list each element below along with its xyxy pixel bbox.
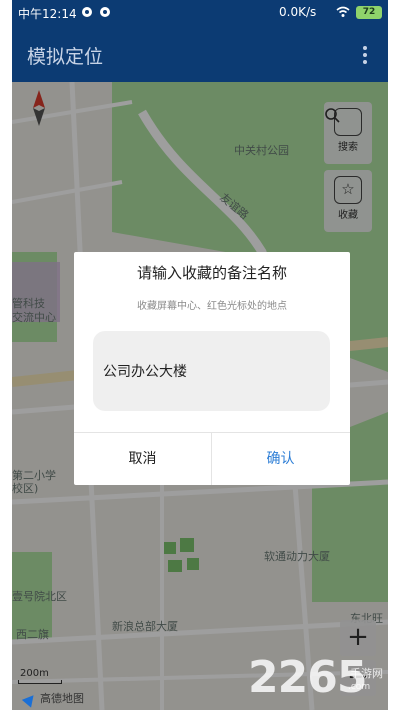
- battery-icon: 72: [356, 6, 382, 19]
- cancel-button[interactable]: 取消: [74, 433, 211, 485]
- app-title: 模拟定位: [27, 46, 104, 68]
- notification-icon: [82, 7, 92, 17]
- status-bar: 中午12:14 0.0K/s 72: [12, 0, 388, 26]
- watermark-logo: 2265: [248, 652, 367, 703]
- notification-icon: [100, 7, 110, 17]
- more-menu-icon[interactable]: [362, 44, 368, 64]
- watermark-site: 手游网: [350, 667, 383, 680]
- wifi-icon: [336, 6, 350, 21]
- map-scale-bar: [18, 680, 62, 684]
- network-speed: 0.0K/s: [279, 5, 317, 19]
- navigation-arrow-icon: [21, 690, 39, 708]
- map-provider-label: 高德地图: [40, 692, 84, 705]
- favorite-name-dialog: 请输入收藏的备注名称 收藏屏幕中心、红色光标处的地点 取消 确认: [74, 252, 350, 485]
- map-scale-label: 200m: [20, 668, 49, 679]
- dialog-title: 请输入收藏的备注名称: [136, 264, 287, 282]
- app-bar: 模拟定位: [12, 26, 388, 82]
- favorite-name-input[interactable]: [93, 331, 330, 411]
- phone-screen: 中午12:14 0.0K/s 72 模拟定位 中关村公园 友谊路 管科技 交流中…: [12, 0, 388, 710]
- confirm-button[interactable]: 确认: [212, 433, 349, 485]
- map-provider-logo: 高德地图: [21, 690, 84, 708]
- status-time: 中午12:14: [18, 7, 77, 21]
- watermark-domain: .com: [348, 682, 371, 692]
- dialog-subtitle: 收藏屏幕中心、红色光标处的地点: [137, 301, 287, 312]
